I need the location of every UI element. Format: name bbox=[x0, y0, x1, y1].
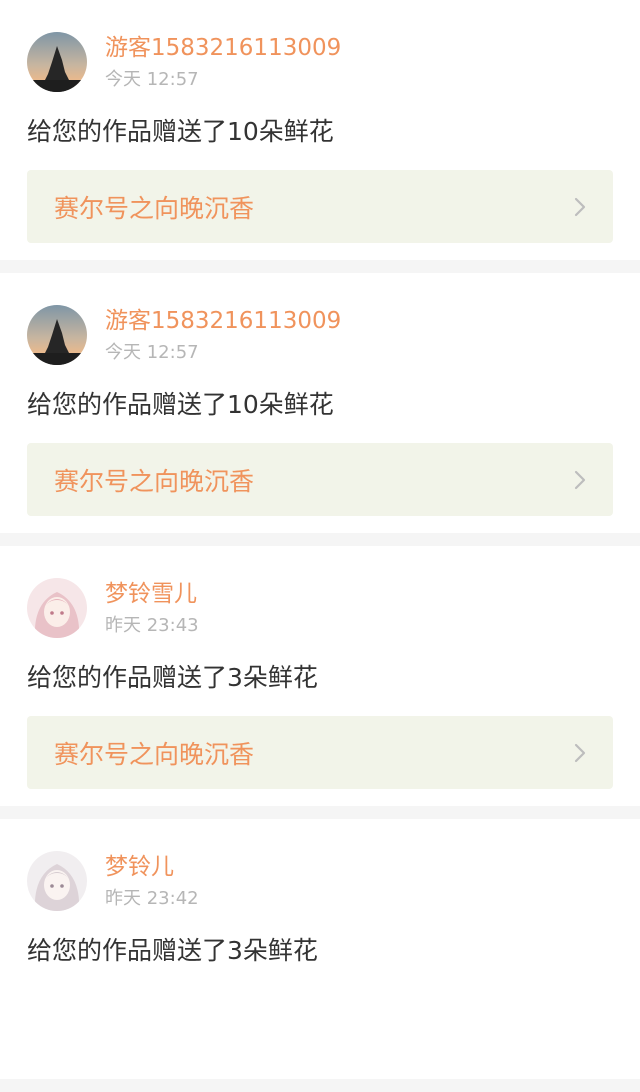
anime-girl-white-avatar-icon bbox=[27, 851, 87, 911]
avatar[interactable] bbox=[27, 578, 87, 638]
timestamp: 昨天 23:43 bbox=[105, 615, 199, 636]
avatar[interactable] bbox=[27, 305, 87, 365]
work-title: 赛尔号之向晚沉香 bbox=[54, 193, 255, 223]
work-title: 赛尔号之向晚沉香 bbox=[54, 466, 255, 496]
username[interactable]: 梦铃儿 bbox=[105, 853, 199, 881]
notification-card: 梦铃雪儿 昨天 23:43 给您的作品赠送了3朵鲜花 赛尔号之向晚沉香 bbox=[0, 546, 640, 806]
notification-header: 梦铃儿 昨天 23:42 bbox=[27, 819, 613, 913]
avatar[interactable] bbox=[27, 32, 87, 92]
timestamp: 今天 12:57 bbox=[105, 69, 199, 90]
notification-card: 游客1583216113009 今天 12:57 给您的作品赠送了10朵鲜花 赛… bbox=[0, 0, 640, 260]
username[interactable]: 游客1583216113009 bbox=[105, 34, 341, 62]
sunset-tree-avatar-icon bbox=[27, 32, 87, 92]
work-title: 赛尔号之向晚沉香 bbox=[54, 739, 255, 769]
work-link[interactable]: 赛尔号之向晚沉香 bbox=[27, 170, 613, 243]
timestamp: 今天 12:57 bbox=[105, 342, 199, 363]
gift-message: 给您的作品赠送了10朵鲜花 bbox=[27, 117, 334, 146]
notification-card: 游客1583216113009 今天 12:57 给您的作品赠送了10朵鲜花 赛… bbox=[0, 273, 640, 533]
gift-message: 给您的作品赠送了10朵鲜花 bbox=[27, 390, 334, 419]
username[interactable]: 游客1583216113009 bbox=[105, 307, 341, 335]
gift-notification-feed: 游客1583216113009 今天 12:57 给您的作品赠送了10朵鲜花 赛… bbox=[0, 0, 640, 1092]
avatar[interactable] bbox=[27, 851, 87, 911]
notification-header: 梦铃雪儿 昨天 23:43 bbox=[27, 546, 613, 640]
timestamp: 昨天 23:42 bbox=[105, 888, 199, 909]
notification-card: 梦铃儿 昨天 23:42 给您的作品赠送了3朵鲜花 bbox=[0, 819, 640, 1079]
sunset-tree-avatar-icon bbox=[27, 305, 87, 365]
notification-header: 游客1583216113009 今天 12:57 bbox=[27, 0, 613, 94]
anime-girl-pink-avatar-icon bbox=[27, 578, 87, 638]
chevron-right-icon bbox=[574, 197, 586, 216]
notification-header: 游客1583216113009 今天 12:57 bbox=[27, 273, 613, 367]
gift-message: 给您的作品赠送了3朵鲜花 bbox=[27, 936, 318, 965]
username[interactable]: 梦铃雪儿 bbox=[105, 580, 199, 608]
gift-message: 给您的作品赠送了3朵鲜花 bbox=[27, 663, 318, 692]
chevron-right-icon bbox=[574, 470, 586, 489]
work-link[interactable]: 赛尔号之向晚沉香 bbox=[27, 716, 613, 789]
chevron-right-icon bbox=[574, 743, 586, 762]
work-link[interactable]: 赛尔号之向晚沉香 bbox=[27, 443, 613, 516]
